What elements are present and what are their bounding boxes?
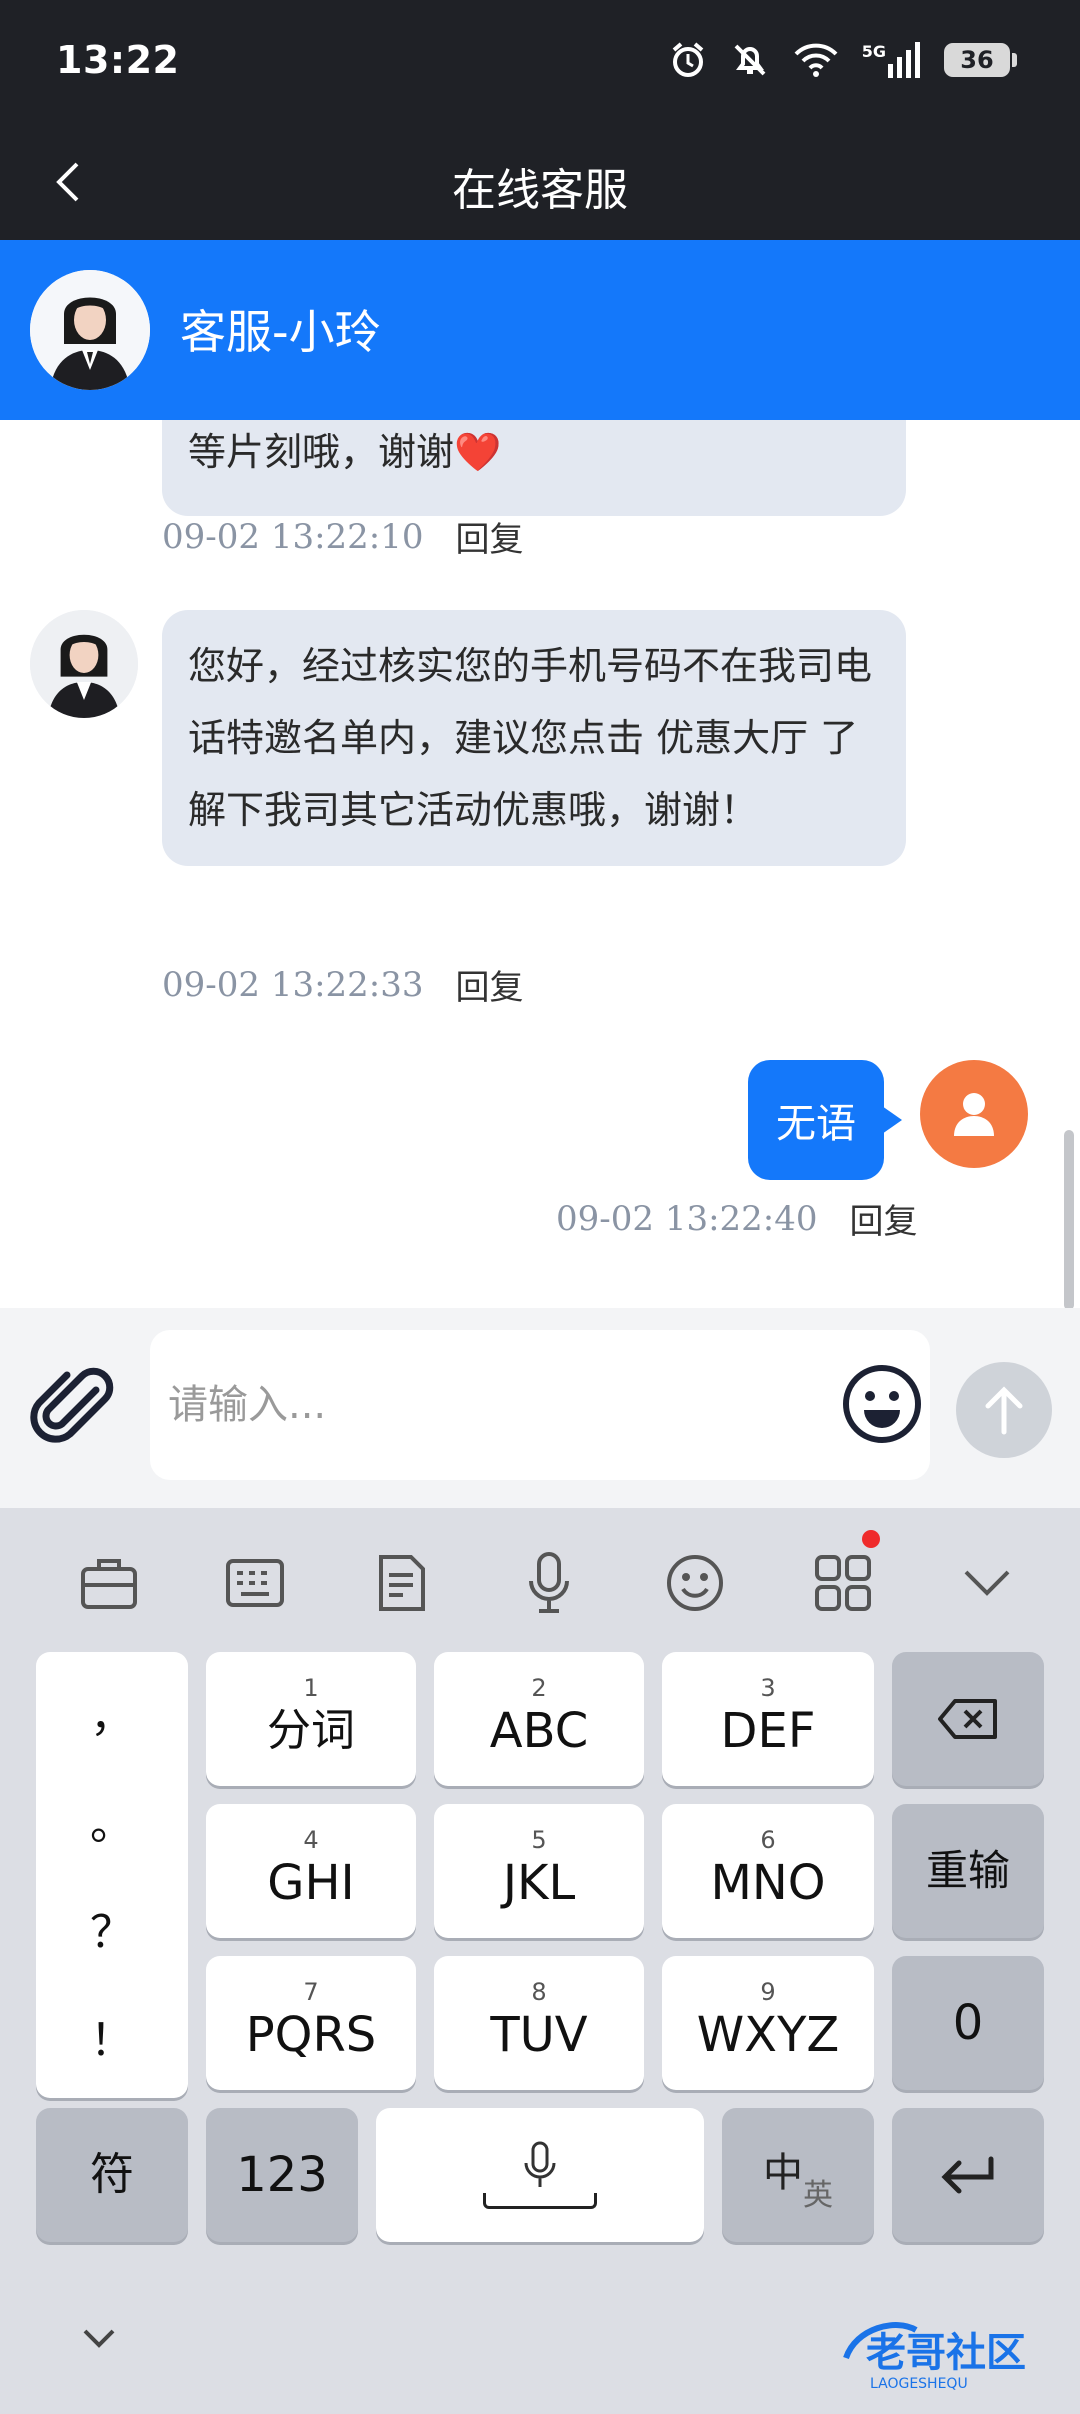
agent-name: 客服-小玲 xyxy=(180,305,381,359)
microphone-icon[interactable] xyxy=(514,1548,584,1618)
keyboard: ， 。 ？ ！ 1 分词 2 ABC 3 DEF 4 GHI 5 JKL 6 MNO 7 PQ… xyxy=(0,1508,1080,2414)
send-button[interactable] xyxy=(956,1362,1052,1458)
backspace-icon xyxy=(938,1699,997,1739)
reply-button[interactable]: 回复 xyxy=(456,960,524,1009)
key-2[interactable]: 2 ABC xyxy=(434,1652,644,1786)
key-1[interactable]: 1 分词 xyxy=(206,1652,416,1786)
key-6[interactable]: 6 MNO xyxy=(662,1804,874,1938)
key-5[interactable]: 5 JKL xyxy=(434,1804,644,1938)
symbols-key[interactable]: 符 xyxy=(36,2108,188,2242)
smiley-icon xyxy=(843,1365,921,1443)
message-input[interactable] xyxy=(150,1330,930,1480)
notification-dot xyxy=(862,1530,880,1548)
paperclip-icon xyxy=(30,1367,114,1443)
agent-avatar-small xyxy=(30,610,138,718)
clipboard-icon[interactable] xyxy=(366,1548,436,1618)
message-bubble: 您好，经过核实您的手机号码不在我司电话特邀名单内，建议您点击 优惠大厅 了解下我… xyxy=(162,610,906,866)
emoji-icon[interactable] xyxy=(660,1548,730,1618)
chevron-down-icon[interactable] xyxy=(952,1548,1022,1618)
punctuation-column: ， 。 ？ ！ xyxy=(36,1652,188,2098)
heart-emoji: ❤️ xyxy=(454,430,502,474)
emoji-button[interactable] xyxy=(840,1362,924,1446)
agent-bar: 客服-小玲 xyxy=(0,240,1080,420)
page-title: 在线客服 xyxy=(452,165,628,216)
reply-button[interactable]: 回复 xyxy=(850,1194,918,1243)
input-bar xyxy=(0,1308,1080,1508)
battery-icon: 36 xyxy=(944,43,1017,77)
message-time: 09-02 13:22:40 xyxy=(556,1198,818,1239)
enter-icon xyxy=(941,2156,994,2194)
message-bubble: 等片刻哦，谢谢❤️ xyxy=(162,420,906,516)
briefcase-icon[interactable] xyxy=(74,1548,144,1618)
zero-key[interactable]: 0 xyxy=(892,1956,1044,2090)
message-text: 您好，经过核实您的手机号码不在我司电话特邀名单内，建议您点击 优惠大厅 了解下我… xyxy=(188,644,873,832)
status-bar: 13:22 5G 36 xyxy=(0,0,1080,124)
arrow-up-icon xyxy=(985,1386,1023,1435)
person-icon xyxy=(954,1093,994,1136)
keyboard-toolbar xyxy=(0,1508,1080,1652)
status-icons: 5G 36 xyxy=(668,40,1017,80)
apps-icon[interactable] xyxy=(808,1548,878,1618)
backspace-key[interactable] xyxy=(892,1652,1044,1786)
key-7[interactable]: 7 PQRS xyxy=(206,1956,416,2090)
keyboard-hide-button[interactable] xyxy=(82,2328,116,2354)
watermark-logo: 老哥社区 LAOGESHEQU xyxy=(836,2308,1066,2398)
battery-level: 36 xyxy=(960,46,994,74)
agent-avatar xyxy=(30,270,150,390)
key-8[interactable]: 8 TUV xyxy=(434,1956,644,2090)
message-text: 等片刻哦，谢谢 xyxy=(188,430,455,474)
alarm-icon xyxy=(672,42,704,77)
network-type: 5G xyxy=(861,42,886,61)
scrollbar[interactable] xyxy=(1064,1130,1074,1308)
key-9[interactable]: 9 WXYZ xyxy=(662,1956,874,2090)
message-meta: 09-02 13:22:40 回复 xyxy=(556,1194,918,1243)
message-text: 无语 xyxy=(776,1101,856,1147)
chevron-down-icon xyxy=(83,2329,115,2348)
numbers-key[interactable]: 123 xyxy=(206,2108,358,2242)
wifi-icon xyxy=(794,43,838,77)
reenter-key[interactable]: 重输 xyxy=(892,1804,1044,1938)
punct-key[interactable]: ！ xyxy=(36,2004,188,2068)
user-message-bubble: 无语 xyxy=(748,1060,902,1180)
chat-area[interactable]: 等片刻哦，谢谢❤️ 09-02 13:22:10 回复 您好，经过核实您的手机号… xyxy=(0,420,1080,1308)
key-3[interactable]: 3 DEF xyxy=(662,1652,874,1786)
language-key[interactable]: 中 英 xyxy=(722,2108,874,2242)
punct-key[interactable]: ， xyxy=(36,1680,188,1744)
message-time: 09-02 13:22:33 xyxy=(162,964,424,1005)
punct-key[interactable]: ？ xyxy=(36,1896,188,1960)
watermark-text: 老哥社区 xyxy=(866,2330,1026,2376)
message-meta: 09-02 13:22:10 回复 xyxy=(162,512,524,561)
punct-key[interactable]: 。 xyxy=(36,1788,188,1852)
space-bar-line xyxy=(483,2193,597,2209)
nav-header: 在线客服 xyxy=(0,124,1080,240)
key-4[interactable]: 4 GHI xyxy=(206,1804,416,1938)
enter-key[interactable] xyxy=(892,2108,1044,2242)
keyboard-icon[interactable] xyxy=(220,1548,290,1618)
space-key[interactable] xyxy=(376,2108,704,2242)
attach-button[interactable] xyxy=(30,1366,120,1456)
signal-icon: 5G xyxy=(862,42,922,78)
microphone-icon xyxy=(524,2141,556,2187)
reply-button[interactable]: 回复 xyxy=(456,512,524,561)
language-toggle: 中 英 xyxy=(763,2150,833,2213)
message-meta: 09-02 13:22:33 回复 xyxy=(162,960,524,1009)
user-avatar xyxy=(920,1060,1028,1168)
watermark-subtext: LAOGESHEQU xyxy=(870,2376,968,2392)
status-time: 13:22 xyxy=(56,38,180,82)
message-time: 09-02 13:22:10 xyxy=(162,516,424,557)
mute-icon xyxy=(734,44,766,76)
